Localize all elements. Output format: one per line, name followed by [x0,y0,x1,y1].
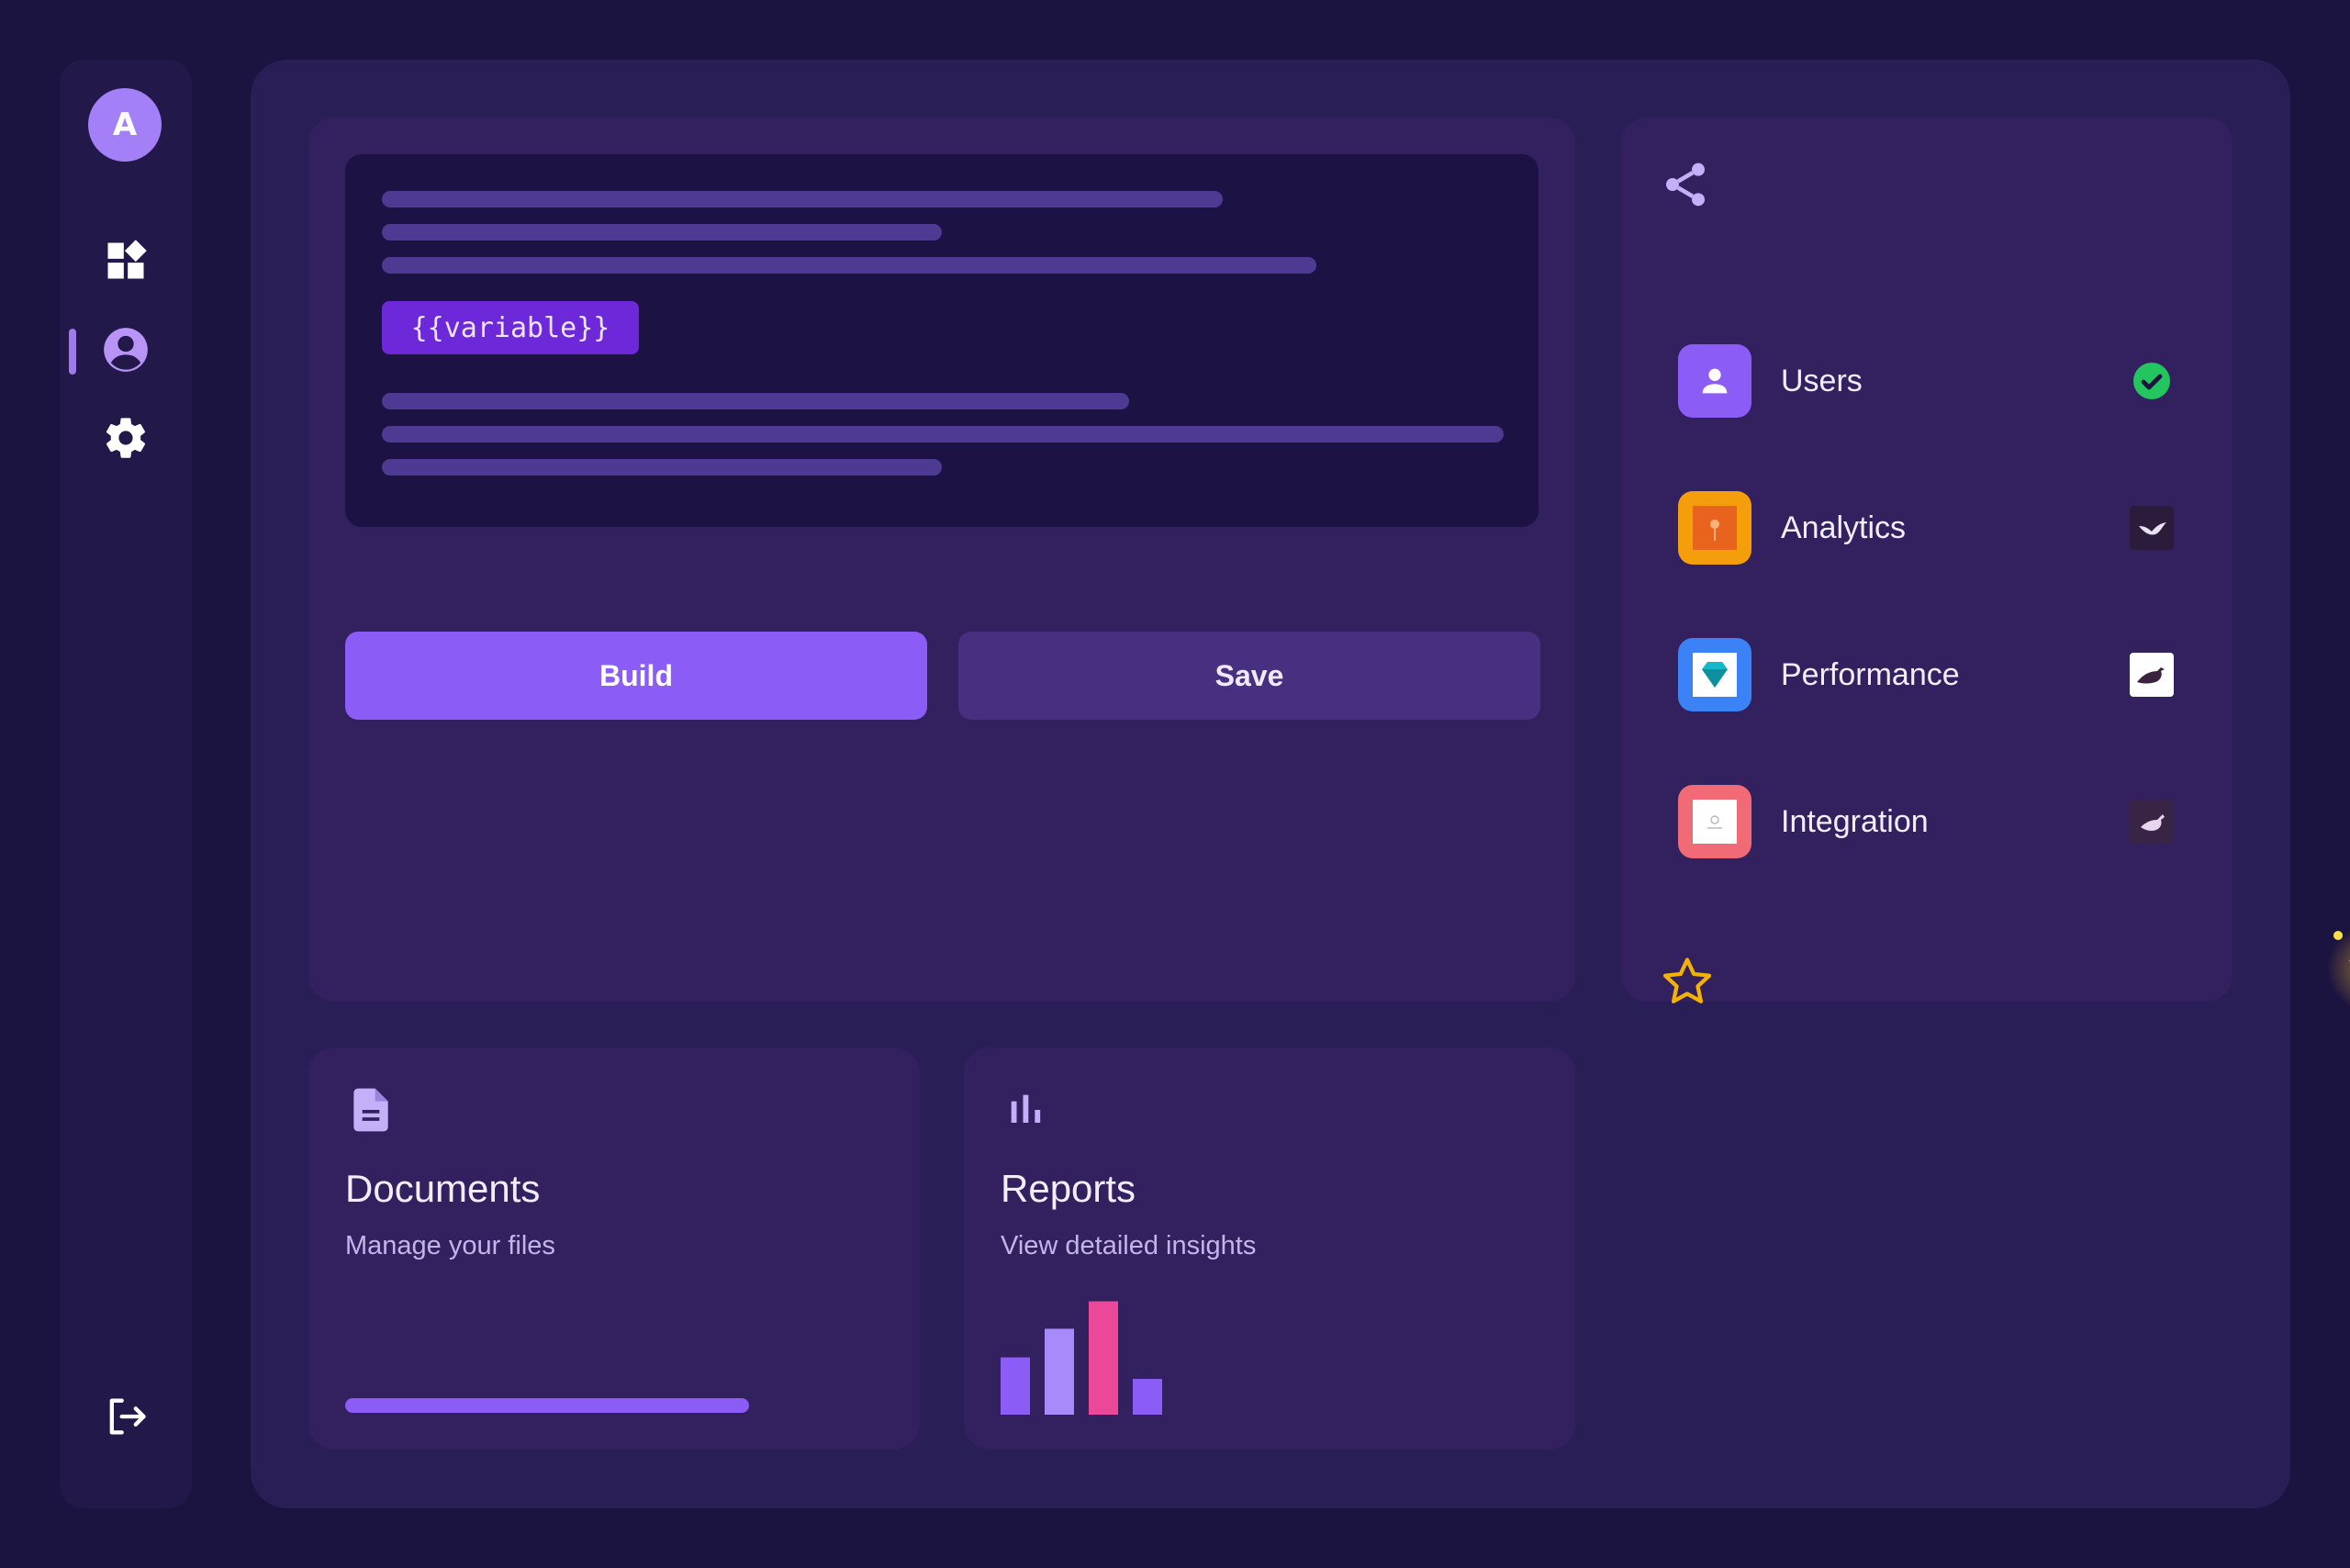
build-button[interactable]: Build [345,632,927,720]
list-item-label: Integration [1781,804,1929,839]
share-icon[interactable] [1660,159,1711,210]
mini-chart-bar [1001,1357,1030,1415]
progress-bar [345,1398,749,1413]
sidebar: A [60,60,192,1508]
bar-chart-icon [1001,1084,1052,1136]
main-panel: {{variable}} Build Save Users Analytics … [251,60,2350,1508]
account-icon[interactable] [102,326,150,374]
reports-card[interactable]: Reports View detailed insights [964,1047,1575,1450]
bird-thumb [2130,800,2174,844]
document-icon [345,1084,397,1136]
save-button[interactable]: Save [958,632,1540,720]
list-item-performance[interactable]: Performance [1678,638,2174,711]
code-line [382,224,942,241]
code-editor[interactable]: {{variable}} [345,154,1539,527]
card-title: Documents [345,1167,541,1210]
mini-bar-chart [1001,1301,1162,1415]
widgets-icon[interactable] [102,237,150,285]
code-line [382,257,1316,274]
list-item-integration[interactable]: Integration [1678,785,2174,858]
code-line [382,459,942,476]
code-line [382,191,1223,207]
list-item-users[interactable]: Users [1678,344,2174,418]
list-item-label: Users [1781,364,1863,398]
active-indicator [69,329,76,375]
integrations-card: Users Analytics Performance Integration [1621,118,2232,1003]
check-circle-icon [2130,359,2174,403]
card-title: Reports [1001,1167,1136,1210]
list-item-analytics[interactable]: Analytics [1678,491,2174,565]
list-item-label: Analytics [1781,510,1907,545]
documents-card[interactable]: Documents Manage your files [308,1047,920,1450]
user-icon [1678,344,1751,418]
star-outline-icon[interactable] [1658,953,1717,1015]
card-subtitle: View detailed insights [1001,1231,1257,1260]
gem-icon [1678,638,1751,711]
gear-icon[interactable] [102,414,150,462]
variable-tag[interactable]: {{variable}} [382,301,639,354]
bird-thumb [2130,653,2174,697]
analytics-thumb [1678,491,1751,565]
list-item-label: Performance [1781,657,1960,692]
progress-fill [345,1398,749,1413]
code-line [382,426,1504,442]
mini-chart-bar [1089,1301,1118,1415]
integration-thumb [1678,785,1751,858]
code-line [382,393,1129,409]
bird-thumb [2130,506,2174,550]
template-editor-card: {{variable}} Build Save [308,118,1575,1002]
sparkle-star-icon [2325,923,2350,1018]
card-subtitle: Manage your files [345,1231,555,1260]
mini-chart-bar [1045,1328,1074,1415]
avatar[interactable]: A [88,88,162,162]
mini-chart-bar [1133,1379,1162,1415]
logout-icon[interactable] [102,1393,150,1440]
